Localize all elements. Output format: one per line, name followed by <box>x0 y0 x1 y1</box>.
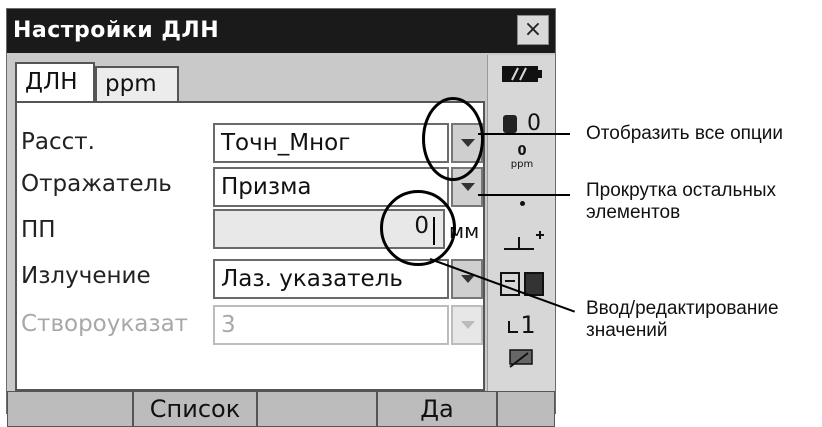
callout-edit-line1: Ввод/редактирование <box>586 298 779 319</box>
callout-scroll-line2: элементов <box>586 202 681 223</box>
options-leader-line <box>478 133 570 135</box>
callout-edit: Ввод/редактирование значений <box>586 298 779 342</box>
guide-light-select[interactable]: 3 <box>213 305 449 345</box>
ppm-indicator: 0 ppm <box>488 145 556 171</box>
softkey-1[interactable] <box>7 391 133 427</box>
guide-light-dropdown-button[interactable] <box>451 305 483 345</box>
tab-ppm[interactable]: ppm <box>95 66 179 102</box>
chevron-down-icon <box>461 183 475 191</box>
pp-label: ПП <box>21 217 56 243</box>
input-mode-icon[interactable] <box>488 269 556 303</box>
distance-select[interactable]: Точн_Мног <box>213 123 449 163</box>
softkey-bar: Список Да <box>7 391 555 427</box>
tab-dln[interactable]: ДЛН <box>15 62 95 102</box>
scroll-leader-line <box>478 194 570 196</box>
reflector-label: Отражатель <box>21 171 172 197</box>
input-highlight-circle <box>380 190 456 266</box>
emission-label: Излучение <box>21 263 151 289</box>
callout-edit-line2: значений <box>586 320 668 341</box>
title-bar: Настройки ДЛН × <box>7 9 555 53</box>
battery-icon <box>488 63 556 89</box>
face-value: 1 <box>520 311 536 339</box>
face-indicator: 1 <box>488 311 556 339</box>
close-button[interactable]: × <box>517 15 549 45</box>
chevron-down-icon <box>461 321 475 329</box>
callout-scroll-line1: Прокрутка остальных <box>586 180 776 201</box>
keyboard-icon[interactable] <box>488 347 556 373</box>
ppm-label: ppm <box>510 159 534 170</box>
window-title: Настройки ДЛН <box>13 18 220 43</box>
callout-scroll: Прокрутка остальных элементов <box>586 180 776 224</box>
emission-dropdown-button[interactable] <box>451 259 483 299</box>
settings-window: Настройки ДЛН × ДЛН ppm Расст. Точн_Мног… <box>6 8 556 427</box>
distance-label: Расст. <box>21 129 95 155</box>
softkey-5[interactable] <box>497 391 555 427</box>
options-highlight-circle <box>422 97 484 181</box>
callout-show-options: Отобразить все опции <box>586 123 784 144</box>
tilt-compensation-icon <box>488 227 556 259</box>
ppm-value: 0 <box>517 144 527 159</box>
face-bracket-icon <box>508 321 519 333</box>
chevron-down-icon <box>461 275 475 283</box>
status-column: 0 0 ppm 1 <box>487 55 555 391</box>
list-button[interactable]: Список <box>133 391 257 427</box>
guide-light-label: Створоуказат <box>21 311 189 337</box>
prism-icon <box>503 115 517 133</box>
softkey-3[interactable] <box>257 391 377 427</box>
ok-button[interactable]: Да <box>377 391 497 427</box>
